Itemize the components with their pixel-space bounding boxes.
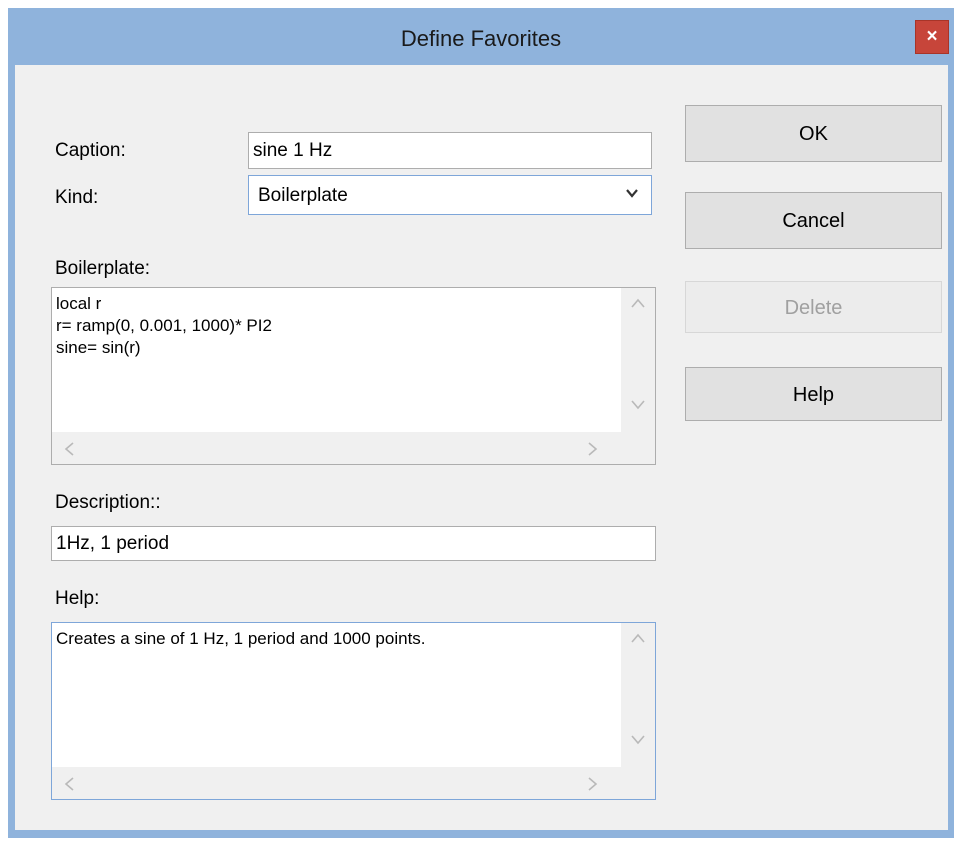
delete-button[interactable]: Delete xyxy=(685,281,942,333)
boilerplate-line: r= ramp(0, 0.001, 1000)* PI2 xyxy=(56,316,272,335)
scrollbar-corner xyxy=(621,432,655,464)
chevron-down-icon[interactable] xyxy=(631,735,645,745)
kind-selected-value: Boilerplate xyxy=(258,185,348,206)
title-bar[interactable]: Define Favorites × xyxy=(8,8,954,64)
window-title: Define Favorites xyxy=(400,26,562,51)
define-favorites-dialog: Define Favorites × Caption: sine 1 Hz Ki… xyxy=(8,8,954,838)
description-label: Description:: xyxy=(55,492,161,513)
caption-input[interactable]: sine 1 Hz xyxy=(248,132,652,169)
boilerplate-line: local r xyxy=(56,294,102,313)
chevron-right-icon[interactable] xyxy=(588,777,598,791)
chevron-up-icon[interactable] xyxy=(631,633,645,643)
chevron-down-icon[interactable] xyxy=(625,186,639,200)
boilerplate-label: Boilerplate: xyxy=(55,258,151,279)
help-label: Help: xyxy=(55,588,100,609)
scrollbar-corner xyxy=(621,767,655,799)
chevron-down-icon[interactable] xyxy=(631,400,645,410)
kind-label: Kind: xyxy=(55,187,99,208)
help-vertical-scrollbar[interactable] xyxy=(621,623,655,767)
help-button[interactable]: Help xyxy=(685,367,942,421)
chevron-left-icon[interactable] xyxy=(64,442,74,456)
close-button[interactable]: × xyxy=(915,20,949,54)
help-horizontal-scrollbar[interactable] xyxy=(52,767,621,799)
description-input[interactable]: 1Hz, 1 period xyxy=(51,526,656,561)
boilerplate-vertical-scrollbar[interactable] xyxy=(621,288,655,432)
help-text: Creates a sine of 1 Hz, 1 period and 100… xyxy=(56,629,426,648)
boilerplate-textarea[interactable]: local r r= ramp(0, 0.001, 1000)* PI2 sine=… xyxy=(51,287,656,465)
boilerplate-text: local r r= ramp(0, 0.001, 1000)* PI2 sine=… xyxy=(56,293,272,359)
boilerplate-horizontal-scrollbar[interactable] xyxy=(52,432,621,464)
kind-select[interactable]: Boilerplate xyxy=(248,175,652,215)
help-textarea[interactable]: Creates a sine of 1 Hz, 1 period and 100… xyxy=(51,622,656,800)
close-icon: × xyxy=(926,26,938,47)
ok-button[interactable]: OK xyxy=(685,105,942,162)
dialog-client-area: Caption: sine 1 Hz Kind: Boilerplate Boi… xyxy=(15,65,948,830)
caption-label: Caption: xyxy=(55,140,126,161)
boilerplate-line: sine= sin(r) xyxy=(56,338,141,357)
cancel-button[interactable]: Cancel xyxy=(685,192,942,249)
chevron-up-icon[interactable] xyxy=(631,298,645,308)
chevron-right-icon[interactable] xyxy=(588,442,598,456)
chevron-left-icon[interactable] xyxy=(64,777,74,791)
